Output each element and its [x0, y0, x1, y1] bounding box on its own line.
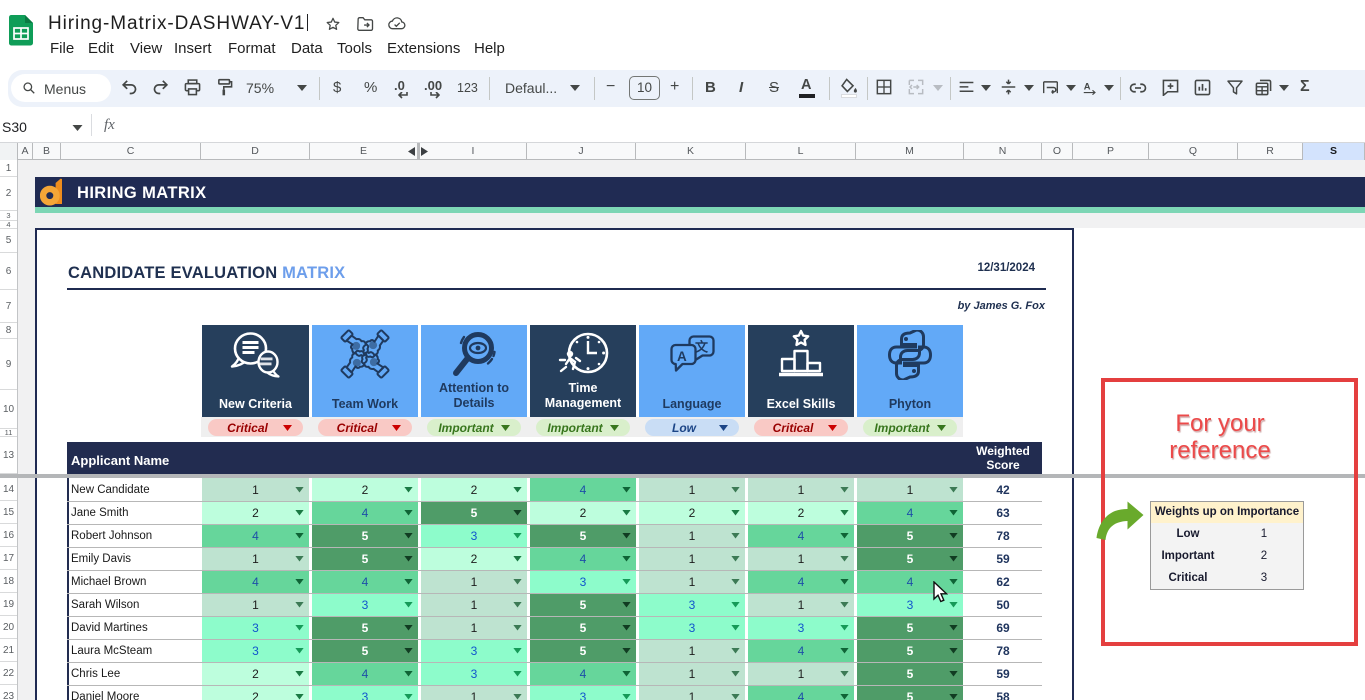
svg-text:文: 文: [695, 340, 709, 355]
svg-text:A: A: [1084, 81, 1091, 91]
svg-text:A: A: [677, 349, 687, 364]
